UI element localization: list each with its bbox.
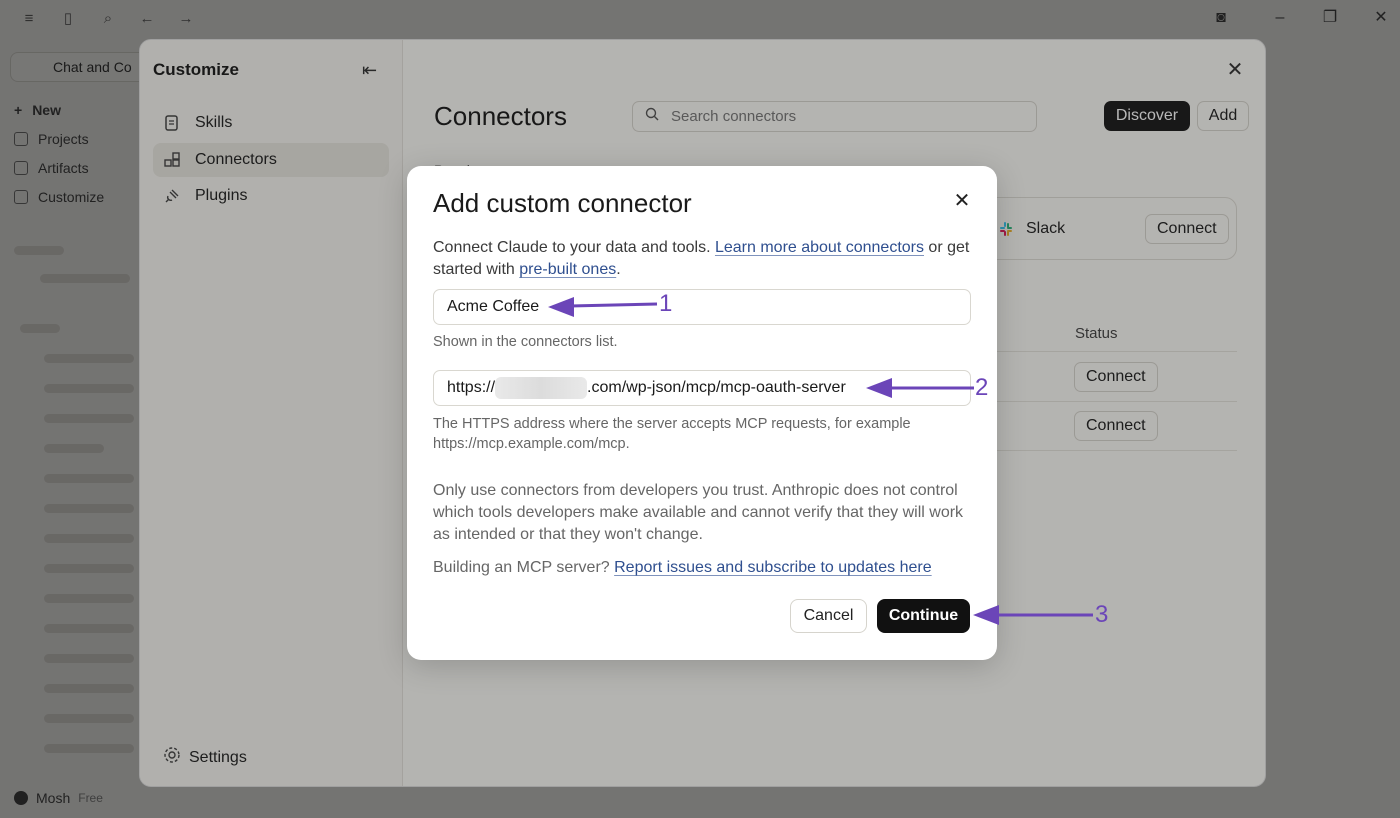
prebuilt-link[interactable]: pre-built ones — [519, 261, 616, 278]
report-issues-link[interactable]: Report issues and subscribe to updates h… — [614, 559, 932, 576]
url-field[interactable]: https://.com/wp-json/mcp/mcp-oauth-serve… — [433, 370, 971, 406]
learn-more-link[interactable]: Learn more about connectors — [715, 239, 924, 256]
dialog-close-icon[interactable]: ✕ — [952, 191, 972, 211]
dialog-intro: Connect Claude to your data and tools. L… — [433, 239, 970, 278]
mcp-server-note: Building an MCP server? Report issues an… — [433, 559, 932, 576]
name-hint: Shown in the connectors list. — [433, 334, 618, 350]
url-hint: The HTTPS address where the server accep… — [433, 416, 911, 452]
trust-warning: Only use connectors from developers you … — [433, 482, 964, 543]
connector-name-input[interactable] — [434, 290, 970, 324]
name-field[interactable] — [433, 289, 971, 325]
redacted-domain — [495, 377, 588, 399]
continue-button[interactable]: Continue — [877, 599, 970, 633]
cancel-button[interactable]: Cancel — [790, 599, 867, 633]
annotation-number: 3 — [1095, 601, 1109, 628]
add-connector-dialog: Add custom connector ✕ Connect Claude to… — [407, 166, 997, 660]
annotation-number: 1 — [659, 290, 673, 317]
annotation-number: 2 — [975, 374, 989, 401]
dialog-title: Add custom connector — [433, 188, 692, 218]
